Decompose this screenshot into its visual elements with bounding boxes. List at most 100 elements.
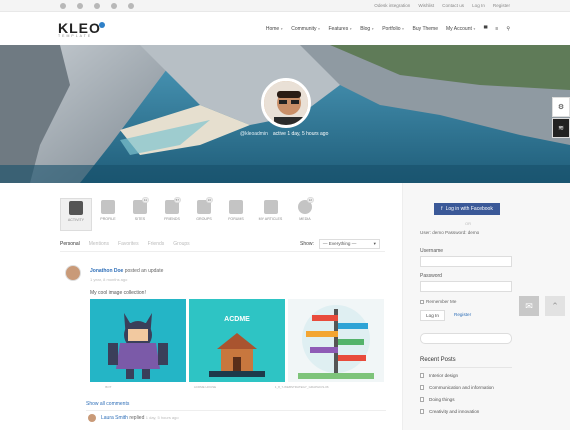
nav-item-community[interactable]: Community▼: [291, 26, 320, 32]
caption: BOT: [105, 385, 112, 389]
post-time[interactable]: 1 year, 8 months ago: [90, 277, 127, 282]
login-button[interactable]: Log In: [420, 310, 445, 321]
recent-post-item[interactable]: Interior design: [420, 373, 494, 378]
list-icon: [69, 201, 83, 215]
login-link[interactable]: Log In: [472, 3, 485, 8]
nav-item-buy-theme[interactable]: Buy Theme: [413, 26, 438, 32]
username-field[interactable]: [420, 256, 512, 267]
comment-time[interactable]: 1 day, 5 hours ago: [146, 415, 179, 420]
chat-icon: [229, 200, 243, 214]
tab-activity[interactable]: ACTIVITY: [60, 198, 92, 231]
side-tools: ⚙ ≋: [552, 97, 570, 138]
post-text: My cool image collection!: [90, 290, 146, 296]
comment-meta: Laura Smith replied 1 day, 5 hours ago: [101, 415, 179, 421]
recent-posts-heading: Recent Posts: [420, 357, 456, 363]
chevron-down-icon: ▼: [371, 27, 375, 31]
pinterest-icon[interactable]: [111, 3, 117, 9]
recent-posts-list: Interior design Communication and inform…: [420, 373, 494, 414]
share-icon[interactable]: ⚙: [552, 97, 570, 117]
scroll-top-button[interactable]: ⌃: [545, 296, 565, 316]
chevron-down-icon: ▼: [349, 27, 353, 31]
or-separator: OR: [465, 221, 471, 226]
nav-item-home[interactable]: Home▼: [266, 26, 283, 32]
activity-subtabs: Personal Mentions Favorites Friends Grou…: [60, 241, 190, 247]
twitter-icon[interactable]: [60, 3, 66, 9]
chevron-down-icon: ▼: [401, 27, 405, 31]
recent-post-item[interactable]: Communication and information: [420, 385, 494, 390]
site-logo[interactable]: KLEO TEMPLATE: [58, 21, 105, 38]
avatar[interactable]: [65, 265, 81, 281]
divider: [420, 367, 512, 368]
remember-checkbox[interactable]: [420, 299, 424, 304]
instagram-icon[interactable]: [94, 3, 100, 9]
show-all-comments-link[interactable]: Show all comments: [86, 401, 129, 407]
post-author[interactable]: Jonathon Doe: [90, 268, 123, 274]
menu-icon[interactable]: ≡: [495, 26, 498, 32]
top-link[interactable]: Wishlist: [418, 3, 434, 8]
profile-status: active 1 day, 5 hours ago: [272, 131, 329, 137]
count-badge: 12: [306, 197, 314, 203]
social-links: [60, 3, 134, 9]
document-icon: [420, 409, 424, 414]
subtab-mentions[interactable]: Mentions: [89, 241, 109, 247]
gallery-image-house[interactable]: ACDME: [189, 299, 285, 382]
tab-my-articles[interactable]: MY ARTICLES: [252, 200, 289, 233]
document-icon: [263, 200, 278, 214]
activity-filter: Show: — Everything — ▾: [300, 239, 380, 249]
profile-avatar[interactable]: [261, 78, 311, 128]
tab-forums[interactable]: FORUMS: [220, 200, 252, 233]
logo-dot-icon: [98, 22, 105, 28]
top-link[interactable]: Contact us: [442, 3, 464, 8]
filter-label: Show:: [300, 241, 314, 247]
nav-item-blog[interactable]: Blog▼: [360, 26, 374, 32]
recent-post-item[interactable]: Doing things: [420, 397, 494, 402]
remember-me[interactable]: Remember Me: [420, 299, 456, 304]
register-link[interactable]: Register: [493, 3, 510, 8]
search-input[interactable]: [420, 333, 512, 344]
facebook-login-button[interactable]: f Log in with Facebook: [434, 203, 500, 215]
gallery-image-bot[interactable]: [90, 299, 186, 382]
register-link[interactable]: Register: [454, 312, 471, 317]
comment-item: Laura Smith replied 1 day, 5 hours ago: [86, 410, 386, 428]
search-icon[interactable]: ⚲: [506, 26, 510, 32]
tab-friends[interactable]: 57 FRIENDS: [156, 197, 188, 233]
facebook-icon[interactable]: [77, 3, 83, 9]
filter-select[interactable]: — Everything — ▾: [318, 239, 380, 249]
floating-buttons: ✉ ⌃: [519, 296, 565, 316]
subtab-groups[interactable]: Groups: [173, 241, 189, 247]
nav-item-features[interactable]: Features▼: [328, 26, 352, 32]
subtab-favorites[interactable]: Favorites: [118, 241, 139, 247]
comment-action: replied: [129, 415, 145, 421]
demo-credentials: User: demo Password: demo: [420, 230, 480, 235]
document-icon: [420, 373, 424, 378]
top-bar: Odesk integration Wishlist Contact us Lo…: [0, 0, 570, 12]
comment-author[interactable]: Laura Smith: [101, 415, 128, 421]
skype-icon[interactable]: [128, 3, 134, 9]
profile-handle: @kleoadmin: [240, 131, 268, 137]
tab-profile[interactable]: PROFILE: [92, 200, 124, 233]
tab-sites[interactable]: 11 SITES: [124, 197, 156, 233]
gallery-image-signs[interactable]: [288, 299, 384, 382]
caption: ACDME HOUSE: [193, 385, 217, 389]
nav-item-portfolio[interactable]: Portfolio▼: [382, 26, 404, 32]
subtab-personal[interactable]: Personal: [60, 241, 80, 247]
acdme-title: ACDME: [224, 316, 250, 323]
avatar[interactable]: [88, 414, 96, 422]
profile-tabs: ACTIVITY PROFILE 11 SITES 57 FRIENDS 16 GRO…: [60, 197, 321, 233]
tab-groups[interactable]: 16 GROUPS: [188, 197, 220, 233]
layers-icon[interactable]: ≋: [552, 118, 570, 138]
recent-post-item[interactable]: Creativity and innovation: [420, 409, 494, 414]
post-action: posted an update: [124, 268, 164, 274]
username-label: Username: [420, 248, 444, 254]
mail-button[interactable]: ✉: [519, 296, 539, 316]
main-nav: Home▼ Community▼ Features▼ Blog▼ Portfol…: [266, 26, 510, 32]
count-badge: 11: [141, 197, 149, 203]
top-link[interactable]: Odesk integration: [374, 3, 410, 8]
cart-icon[interactable]: ▀: [484, 26, 488, 32]
chevron-down-icon: ▼: [472, 27, 476, 31]
nav-item-my-account[interactable]: My Account▼: [446, 26, 476, 32]
subtab-friends[interactable]: Friends: [148, 241, 165, 247]
password-field[interactable]: [420, 281, 512, 292]
tab-media[interactable]: 12 MEDIA: [289, 197, 321, 233]
chevron-down-icon: ▼: [317, 27, 321, 31]
